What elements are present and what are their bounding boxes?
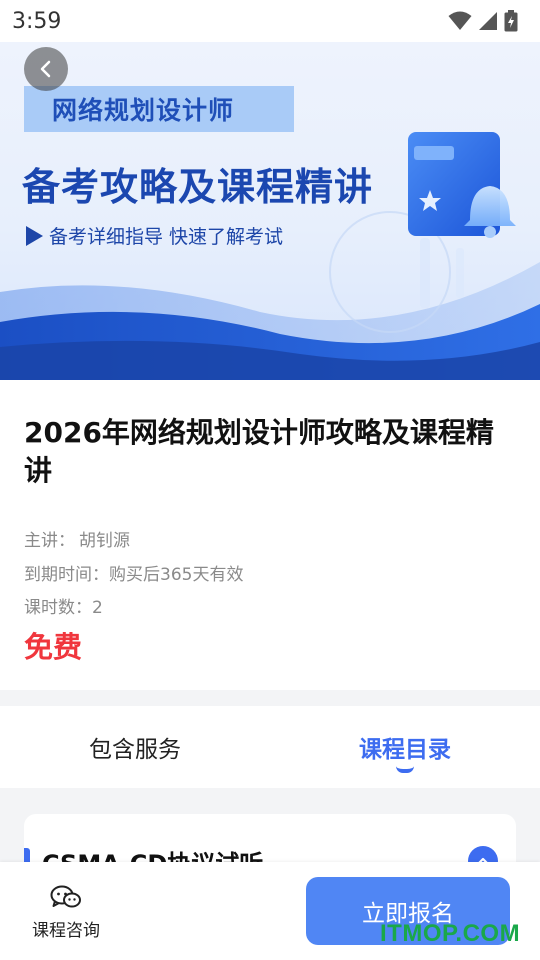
expiry-label: 到期时间： xyxy=(24,565,109,585)
banner-tag: 网络规划设计师 xyxy=(24,86,294,132)
banner-headline: 备考攻略及课程精讲 xyxy=(22,165,374,209)
status-bar: 3:59 xyxy=(0,0,540,42)
tab-services[interactable]: 包含服务 xyxy=(0,706,270,788)
expiry-value: 购买后365天有效 xyxy=(109,565,244,585)
status-time: 3:59 xyxy=(12,8,62,34)
lecturer-row: 主讲： 胡钊源 xyxy=(24,526,130,551)
course-banner: 网络规划设计师 备考攻略及课程精讲 备考详细指导 快速了解考试 xyxy=(0,42,540,380)
active-tab-indicator xyxy=(396,766,414,773)
lecturer-label: 主讲： xyxy=(24,531,75,551)
consult-button[interactable]: 课程咨询 xyxy=(30,884,102,941)
price: 免费 xyxy=(24,630,83,664)
course-title: 2026年网络规划设计师攻略及课程精讲 xyxy=(24,416,494,487)
site-watermark: ITMOP.COM xyxy=(380,920,521,947)
expiry-row: 到期时间：购买后365天有效 xyxy=(24,560,243,585)
status-icons xyxy=(448,10,518,32)
wifi-icon xyxy=(448,11,472,30)
chevron-left-icon xyxy=(40,60,51,78)
tab-catalog[interactable]: 课程目录 xyxy=(270,706,540,788)
cellular-signal-icon xyxy=(479,12,497,30)
lesson-count-value: 2 xyxy=(92,598,103,618)
lecturer-name: 胡钊源 xyxy=(79,531,130,551)
lesson-count-label: 课时数： xyxy=(24,598,92,618)
detail-tabs: 包含服务 课程目录 xyxy=(0,706,540,788)
battery-charging-icon xyxy=(504,10,518,32)
play-icon xyxy=(26,225,43,246)
wechat-icon xyxy=(50,885,81,908)
tab-services-label: 包含服务 xyxy=(89,737,181,763)
consult-label: 课程咨询 xyxy=(32,921,100,941)
tab-catalog-label: 课程目录 xyxy=(359,737,451,763)
back-button[interactable] xyxy=(24,47,68,91)
banner-subheadline-text: 备考详细指导 快速了解考试 xyxy=(49,226,284,248)
book-bell-illustration xyxy=(408,132,516,308)
course-info-card: 2026年网络规划设计师攻略及课程精讲 主讲： 胡钊源 到期时间：购买后365天有… xyxy=(0,380,540,690)
lesson-count-row: 课时数：2 xyxy=(24,593,103,618)
banner-subheadline: 备考详细指导 快速了解考试 xyxy=(26,222,283,249)
